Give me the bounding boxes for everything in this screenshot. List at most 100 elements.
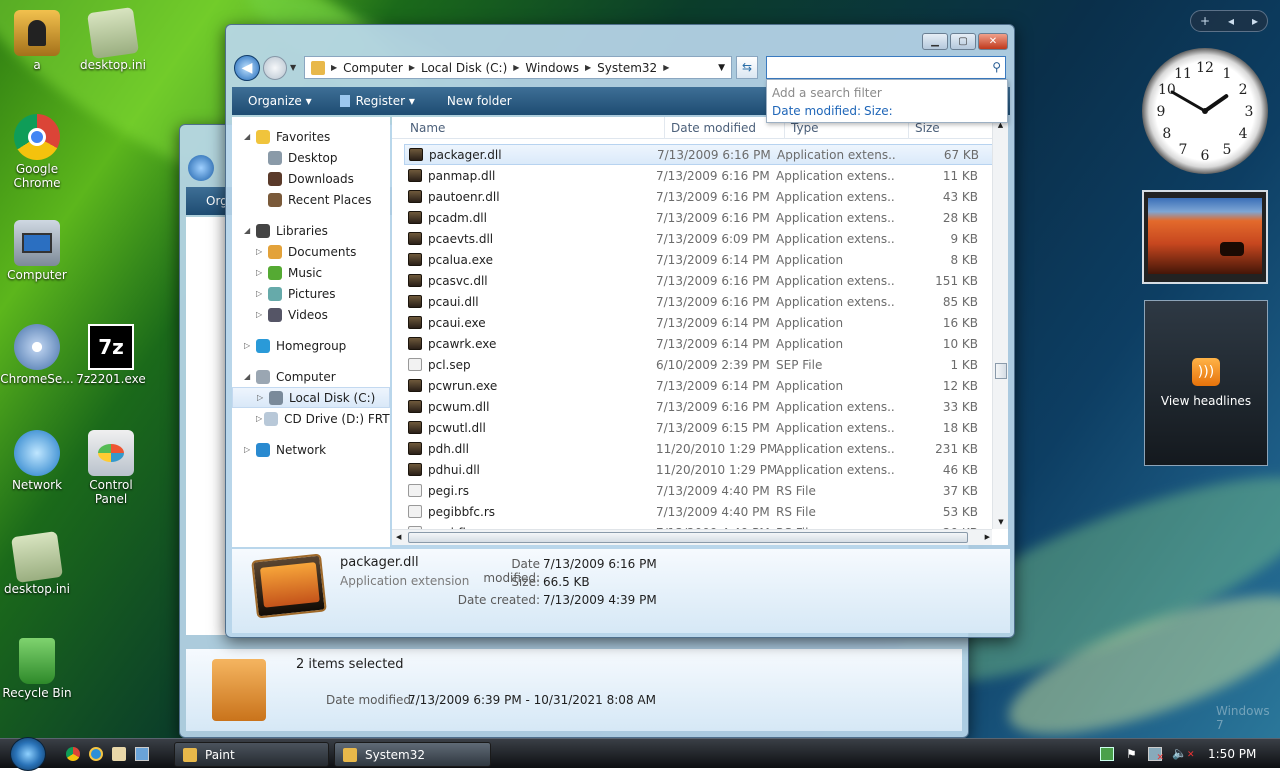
nav-item-computer[interactable]: ◢ Computer	[232, 366, 390, 387]
file-row[interactable]: pdhui.dll 11/20/2010 1:29 PM Application e…	[404, 459, 1008, 480]
nav-item-recent-places[interactable]: Recent Places	[232, 189, 390, 210]
nav-item-videos[interactable]: ▷ Videos	[232, 304, 390, 325]
nav-item-local-disk-c[interactable]: ▷ Local Disk (C:)	[232, 387, 390, 408]
horizontal-scrollbar[interactable]: ◀ ▶	[392, 529, 992, 545]
file-row[interactable]: pcadm.dll 7/13/2009 6:16 PM Application ex…	[404, 207, 1008, 228]
organize-button[interactable]: Organize ▾	[232, 94, 328, 108]
desktop-icon-control-panel[interactable]: Control Panel	[72, 430, 150, 506]
desktop-icon-chromesetup[interactable]: ChromeSe...	[0, 324, 76, 386]
expand-arrow-icon[interactable]: ◢	[244, 132, 254, 141]
address-dropdown-icon[interactable]: ▼	[718, 63, 725, 73]
collapse-arrow-icon[interactable]: ▷	[256, 310, 266, 319]
nav-item-cd-drive-d-frtme[interactable]: ▷ CD Drive (D:) FRTME	[232, 408, 390, 429]
close-button[interactable]: ✕	[978, 33, 1008, 50]
desktop-icon-desktop-ini[interactable]: desktop.ini	[74, 7, 152, 72]
history-dropdown-icon[interactable]: ▼	[290, 63, 296, 72]
nav-item-music[interactable]: ▷ Music	[232, 262, 390, 283]
file-row[interactable]: pautoenr.dll 7/13/2009 6:16 PM Application…	[404, 186, 1008, 207]
tray-network-icon[interactable]	[1100, 747, 1114, 761]
show-desktop-icon[interactable]	[135, 747, 149, 761]
file-row[interactable]: pcalua.exe 7/13/2009 6:14 PM Application 8 …	[404, 249, 1008, 270]
file-row[interactable]: pcwum.dll 7/13/2009 6:16 PM Application ex…	[404, 396, 1008, 417]
file-row[interactable]: packager.dll 7/13/2009 6:16 PM Application…	[404, 144, 1008, 165]
breadcrumb-system32[interactable]: System32	[591, 61, 663, 75]
feed-gadget[interactable]: ))) View headlines	[1144, 300, 1268, 466]
file-row[interactable]: pcaui.dll 7/13/2009 6:16 PM Application ex…	[404, 291, 1008, 312]
new-folder-button[interactable]: New folder	[431, 94, 528, 108]
file-row[interactable]: panmap.dll 7/13/2009 6:16 PM Application e…	[404, 165, 1008, 186]
tray-connection-icon[interactable]: ✕	[1148, 747, 1164, 763]
expand-arrow-icon[interactable]: ▷	[244, 341, 254, 350]
filter-date-modified[interactable]: Date modified:	[772, 104, 861, 118]
taskbar-clock[interactable]: 1:50 PM	[1208, 747, 1256, 761]
scroll-left-arrow[interactable]: ◀	[396, 533, 401, 541]
vertical-scrollbar[interactable]: ▲ ▼	[992, 117, 1008, 529]
collapse-arrow-icon[interactable]: ▷	[256, 247, 266, 256]
desktop-icon-google-chrome[interactable]: Google Chrome	[0, 114, 76, 190]
desktop-icon-recycle-bin[interactable]: Recycle Bin	[0, 638, 76, 700]
breadcrumb-local-disk[interactable]: Local Disk (C:)	[415, 61, 513, 75]
ie-quicklaunch-icon[interactable]	[89, 747, 103, 761]
nav-item-libraries[interactable]: ◢ Libraries	[232, 220, 390, 241]
taskbar-button-paint[interactable]: Paint	[174, 742, 329, 767]
file-row[interactable]: pcwrun.exe 7/13/2009 6:14 PM Application 12…	[404, 375, 1008, 396]
sidebar-controls[interactable]: + ◂ ▸	[1190, 10, 1268, 32]
file-row[interactable]: pegibbfc.rs 7/13/2009 4:40 PM RS File 53 KB	[404, 501, 1008, 522]
explorer-quicklaunch-icon[interactable]	[112, 747, 126, 761]
hscroll-thumb[interactable]	[408, 532, 968, 543]
tray-volume-icon[interactable]: 🔈✕	[1172, 746, 1195, 760]
nav-item-desktop[interactable]: Desktop	[232, 147, 390, 168]
nav-item-favorites[interactable]: ◢ Favorites	[232, 126, 390, 147]
collapse-arrow-icon[interactable]: ▷	[256, 289, 266, 298]
add-gadget-icon[interactable]: +	[1200, 14, 1210, 28]
start-button[interactable]	[10, 737, 46, 771]
prev-icon[interactable]: ◂	[1228, 14, 1234, 28]
explorer-window[interactable]: ▁ ▢ ✕ ◀ ▼ ▶ Computer ▶ Local Disk (C:) ▶…	[225, 24, 1015, 638]
back-nav-back-button[interactable]	[188, 155, 214, 181]
file-row[interactable]: pegi.rs 7/13/2009 4:40 PM RS File 37 KB	[404, 480, 1008, 501]
file-row[interactable]: pcawrk.exe 7/13/2009 6:14 PM Application 10…	[404, 333, 1008, 354]
next-icon[interactable]: ▸	[1252, 14, 1258, 28]
search-input[interactable]	[771, 59, 981, 76]
file-row[interactable]: pcaui.exe 7/13/2009 6:14 PM Application 16 …	[404, 312, 1008, 333]
forward-button[interactable]	[263, 56, 287, 80]
chrome-quicklaunch-icon[interactable]	[66, 747, 80, 761]
nav-item-documents[interactable]: ▷ Documents	[232, 241, 390, 262]
scroll-right-arrow[interactable]: ▶	[985, 533, 990, 541]
scroll-down-arrow[interactable]: ▼	[993, 518, 1008, 526]
desktop-icon-desktop-ini-2[interactable]: desktop.ini	[0, 531, 76, 596]
nav-item-homegroup[interactable]: ▷ Homegroup	[232, 335, 390, 356]
file-row[interactable]: pcaevts.dll 7/13/2009 6:09 PM Application …	[404, 228, 1008, 249]
collapse-arrow-icon[interactable]: ▷	[256, 414, 262, 423]
desktop-icon-7z2201[interactable]: 7z 7z2201.exe	[72, 324, 150, 386]
expand-arrow-icon[interactable]: ◢	[244, 226, 254, 235]
address-bar[interactable]: ▶ Computer ▶ Local Disk (C:) ▶ Windows ▶…	[304, 56, 732, 79]
register-button[interactable]: Register ▾	[328, 94, 431, 108]
collapse-arrow-icon[interactable]: ▷	[256, 268, 266, 277]
tray-flag-icon[interactable]: ⚑	[1126, 747, 1137, 761]
expand-arrow-icon[interactable]: ▷	[244, 445, 254, 454]
col-name[interactable]: Name	[392, 117, 665, 139]
minimize-button[interactable]: ▁	[922, 33, 948, 50]
file-row[interactable]: pdh.dll 11/20/2010 1:29 PM Application ext…	[404, 438, 1008, 459]
file-row[interactable]: pcasvc.dll 7/13/2009 6:16 PM Application e…	[404, 270, 1008, 291]
breadcrumb-windows[interactable]: Windows	[519, 61, 585, 75]
scroll-thumb[interactable]	[995, 363, 1007, 379]
file-row[interactable]: pcl.sep 6/10/2009 2:39 PM SEP File 1 KB	[404, 354, 1008, 375]
file-row[interactable]: pcwutl.dll 7/13/2009 6:15 PM Application e…	[404, 417, 1008, 438]
nav-item-pictures[interactable]: ▷ Pictures	[232, 283, 390, 304]
collapse-arrow-icon[interactable]: ▷	[257, 393, 267, 402]
taskbar-button-system32[interactable]: System32	[334, 742, 491, 767]
maximize-button[interactable]: ▢	[950, 33, 976, 50]
back-button[interactable]: ◀	[234, 55, 260, 81]
search-box[interactable]: ⚲	[766, 56, 1006, 79]
desktop-icon-network[interactable]: Network	[0, 430, 76, 492]
breadcrumb-computer[interactable]: Computer	[337, 61, 409, 75]
search-icon[interactable]: ⚲	[992, 60, 1001, 74]
expand-arrow-icon[interactable]: ◢	[244, 372, 254, 381]
refresh-button[interactable]: ⇆	[736, 56, 758, 79]
nav-item-downloads[interactable]: Downloads	[232, 168, 390, 189]
desktop-icon-a[interactable]: a	[0, 10, 76, 72]
nav-item-network[interactable]: ▷ Network	[232, 439, 390, 460]
feed-label[interactable]: View headlines	[1161, 394, 1251, 408]
